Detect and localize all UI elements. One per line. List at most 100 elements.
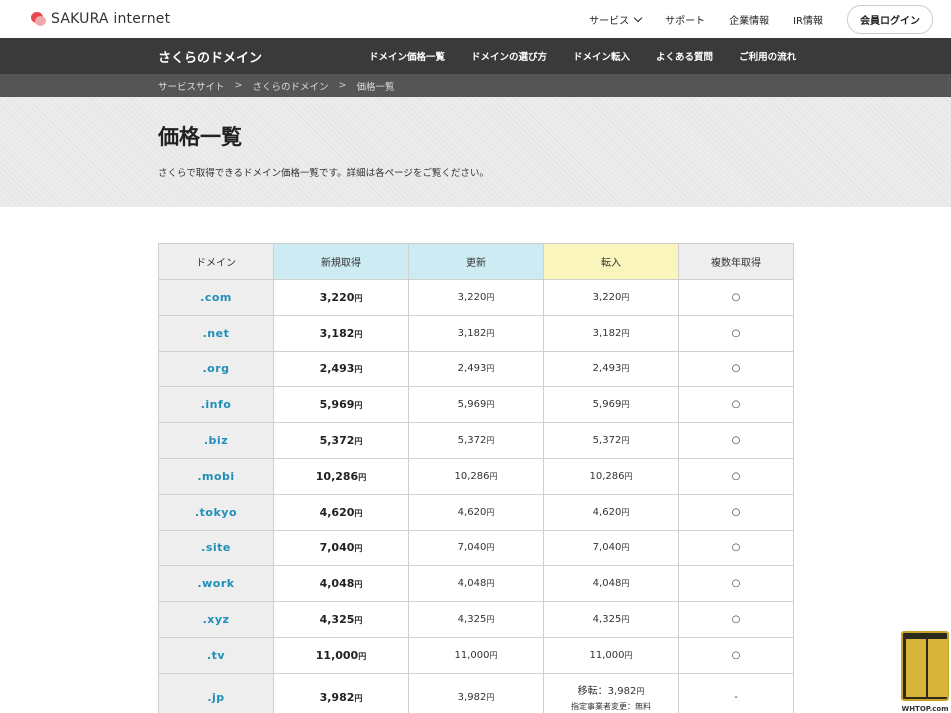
subnav-link-price-list[interactable]: ドメイン価格一覧 (356, 49, 458, 63)
price-transfer-value: 7,040 (592, 542, 622, 554)
price-renew: 7,040円 (408, 529, 544, 567)
price-new-value: 7,040 (319, 541, 355, 555)
yen-unit: 円 (621, 328, 630, 338)
domain-link[interactable]: .jp (158, 672, 274, 713)
domain-link[interactable]: .work (158, 565, 274, 603)
price-new-value: 5,372 (319, 434, 355, 448)
price-table: ドメイン 新規取得 更新 転入 複数年取得 .com 3,220円 3,220円 3,… (158, 243, 794, 713)
breadcrumb-item-service-site[interactable]: サービスサイト (158, 79, 225, 93)
domain-link[interactable]: .site (158, 529, 274, 567)
breadcrumb: サービスサイト > さくらのドメイン > 価格一覧 (0, 74, 951, 97)
service-nav-links: ドメイン価格一覧 ドメインの選び方 ドメイン転入 よくある質問 ご利用の流れ (356, 49, 809, 63)
price-renew-value: 7,040 (457, 542, 487, 554)
price-renew: 2,493円 (408, 350, 544, 388)
price-transfer: 移転：3,982円 指定事業者変更：無料 (543, 672, 679, 713)
domain-link[interactable]: .net (158, 314, 274, 352)
multi-year: ○ (678, 314, 794, 352)
yen-unit: 円 (358, 472, 367, 482)
price-new: 3,182円 (273, 314, 409, 352)
price-new-value: 3,220 (319, 290, 355, 304)
service-title[interactable]: さくらのドメイン (158, 47, 356, 66)
top-nav: サービス サポート 企業情報 IR情報 会員ログイン (577, 4, 933, 34)
yen-unit: 円 (489, 471, 498, 481)
multi-year: ○ (678, 279, 794, 316)
domain-link[interactable]: .tokyo (158, 493, 274, 531)
sakura-logo[interactable]: SAKURA internet (30, 11, 170, 27)
price-transfer-value: 3,182 (592, 327, 622, 339)
price-transfer: 11,000円 (543, 636, 679, 674)
yen-unit: 円 (624, 471, 633, 481)
yen-unit: 円 (621, 543, 630, 553)
price-renew-value: 5,969 (457, 399, 487, 411)
nav-item-support[interactable]: サポート (653, 12, 717, 27)
subnav-link-transfer[interactable]: ドメイン転入 (560, 49, 643, 63)
price-transfer-value: 3,220 (592, 291, 622, 303)
price-new-value: 5,969 (319, 398, 355, 412)
yen-unit: 円 (486, 692, 495, 702)
yen-unit: 円 (621, 615, 630, 625)
price-renew-value: 3,182 (457, 327, 487, 339)
price-transfer-value: 2,493 (592, 363, 622, 375)
col-header-new: 新規取得 (273, 243, 409, 280)
price-new: 3,220円 (273, 279, 409, 316)
yen-unit: 円 (354, 544, 363, 554)
yen-unit: 円 (486, 543, 495, 553)
price-transfer-value: 3,982 (607, 686, 637, 698)
price-transfer: 3,220円 (543, 279, 679, 316)
yen-unit: 円 (489, 650, 498, 660)
price-renew-value: 4,620 (457, 506, 487, 518)
yen-unit: 円 (354, 401, 363, 411)
price-new: 4,325円 (273, 601, 409, 638)
price-transfer-value: 4,620 (592, 506, 622, 518)
domain-link[interactable]: .mobi (158, 457, 274, 495)
price-transfer-value: 4,048 (592, 578, 622, 590)
yen-unit: 円 (624, 650, 633, 660)
price-new-value: 3,982 (319, 690, 355, 704)
yen-unit: 円 (354, 437, 363, 447)
yen-unit: 円 (354, 329, 363, 339)
price-table-body: .com 3,220円 3,220円 3,220円 ○ .net 3,182円 3,182円 3… (158, 279, 794, 713)
price-new-value: 10,286 (315, 469, 359, 483)
table-row: .org 2,493円 2,493円 2,493円 ○ (158, 350, 794, 388)
table-row: .info 5,969円 5,969円 5,969円 ○ (158, 386, 794, 424)
price-transfer: 2,493円 (543, 350, 679, 388)
yen-unit: 円 (354, 508, 363, 518)
price-new: 7,040円 (273, 529, 409, 567)
breadcrumb-item-domain[interactable]: さくらのドメイン (252, 79, 328, 93)
yen-unit: 円 (621, 436, 630, 446)
top-header: SAKURA internet サービス サポート 企業情報 IR情報 会員ログ… (0, 0, 951, 38)
domain-link[interactable]: .xyz (158, 601, 274, 638)
subnav-link-flow[interactable]: ご利用の流れ (726, 49, 809, 63)
logo-text: SAKURA internet (51, 11, 171, 27)
chevron-down-icon (633, 13, 643, 22)
multi-year: ○ (678, 493, 794, 531)
subnav-link-faq[interactable]: よくある質問 (643, 49, 726, 63)
domain-link[interactable]: .tv (158, 636, 274, 674)
nav-item-ir[interactable]: IR情報 (781, 12, 835, 27)
price-transfer-value: 4,325 (592, 614, 622, 626)
col-header-transfer: 転入 (543, 243, 679, 280)
table-row: .xyz 4,325円 4,325円 4,325円 ○ (158, 601, 794, 638)
watermark-label: WHTOP.com (901, 705, 949, 713)
yen-unit: 円 (354, 616, 363, 626)
price-transfer: 4,325円 (543, 601, 679, 638)
nav-item-company[interactable]: 企業情報 (717, 12, 781, 27)
domain-link[interactable]: .com (158, 279, 274, 316)
member-login-button[interactable]: 会員ログイン (847, 4, 933, 34)
price-transfer-value: 10,286 (589, 470, 625, 482)
page-description: さくらで取得できるドメイン価格一覧です。詳細は各ページをご覧ください。 (158, 168, 489, 179)
multi-year: ○ (678, 636, 794, 674)
price-new: 5,372円 (273, 422, 409, 459)
domain-link[interactable]: .org (158, 350, 274, 388)
page-title: 価格一覧 (158, 125, 242, 149)
price-new: 5,969円 (273, 386, 409, 424)
page-hero: 価格一覧 さくらで取得できるドメイン価格一覧です。詳細は各ページをご覧ください。 (0, 97, 951, 207)
domain-link[interactable]: .info (158, 386, 274, 424)
price-renew: 5,969円 (408, 386, 544, 424)
nav-item-service[interactable]: サービス (577, 12, 653, 27)
price-new: 11,000円 (273, 636, 409, 674)
domain-link[interactable]: .biz (158, 422, 274, 459)
price-transfer: 5,372円 (543, 422, 679, 459)
subnav-link-how-to-choose[interactable]: ドメインの選び方 (458, 49, 560, 63)
price-transfer: 4,620円 (543, 493, 679, 531)
